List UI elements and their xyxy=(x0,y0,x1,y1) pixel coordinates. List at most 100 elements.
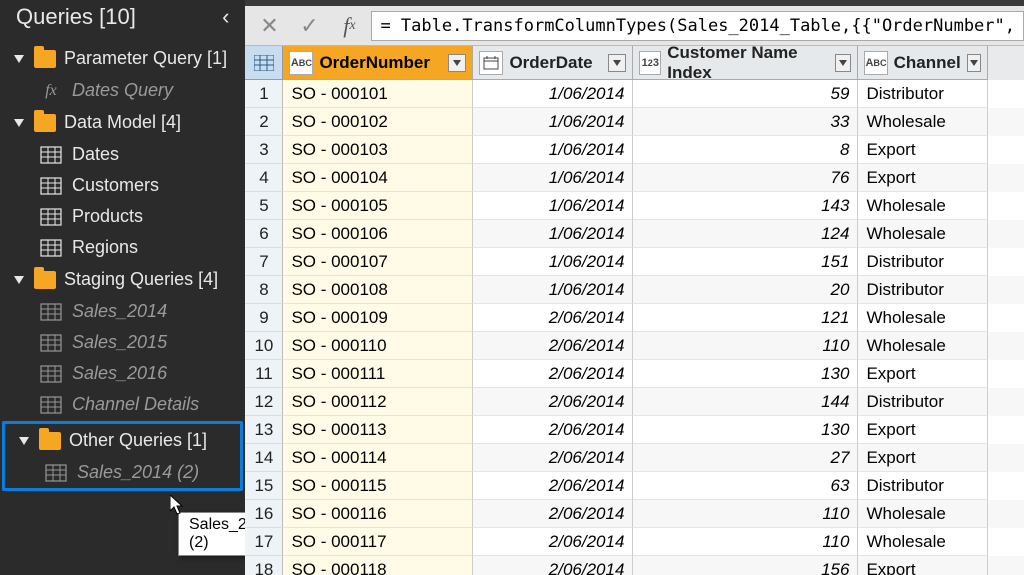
row-number[interactable]: 17 xyxy=(245,528,283,556)
sidebar-group[interactable]: Staging Queries [4] xyxy=(0,263,245,296)
row-number[interactable]: 13 xyxy=(245,416,283,444)
cell-orderdate[interactable]: 1/06/2014 xyxy=(473,248,633,276)
cell-orderdate[interactable]: 2/06/2014 xyxy=(473,332,633,360)
cell-orderdate[interactable]: 2/06/2014 xyxy=(473,360,633,388)
filter-dropdown-icon[interactable] xyxy=(835,54,851,72)
sidebar-item[interactable]: Sales_2016 xyxy=(0,358,245,389)
row-number[interactable]: 6 xyxy=(245,220,283,248)
sidebar-item[interactable]: Sales_2014 xyxy=(0,296,245,327)
sidebar-item[interactable]: Products xyxy=(0,201,245,232)
cell-ordernumber[interactable]: SO - 000117 xyxy=(283,528,473,556)
cell-orderdate[interactable]: 2/06/2014 xyxy=(473,444,633,472)
sidebar-item[interactable]: Regions xyxy=(0,232,245,263)
cell-orderdate[interactable]: 2/06/2014 xyxy=(473,500,633,528)
table-row[interactable]: 8SO - 0001081/06/201420Distributor xyxy=(245,276,1024,304)
cell-customer-index[interactable]: 156 xyxy=(633,556,858,575)
cell-orderdate[interactable]: 2/06/2014 xyxy=(473,556,633,575)
cell-customer-index[interactable]: 8 xyxy=(633,136,858,164)
cell-channel[interactable]: Distributor xyxy=(858,388,988,416)
cell-customer-index[interactable]: 110 xyxy=(633,500,858,528)
cell-orderdate[interactable]: 1/06/2014 xyxy=(473,164,633,192)
row-number[interactable]: 2 xyxy=(245,108,283,136)
cell-ordernumber[interactable]: SO - 000111 xyxy=(283,360,473,388)
cell-ordernumber[interactable]: SO - 000107 xyxy=(283,248,473,276)
table-row[interactable]: 10SO - 0001102/06/2014110Wholesale xyxy=(245,332,1024,360)
sidebar-group[interactable]: Data Model [4] xyxy=(0,106,245,139)
cell-orderdate[interactable]: 2/06/2014 xyxy=(473,528,633,556)
filter-dropdown-icon[interactable] xyxy=(608,54,626,72)
cell-channel[interactable]: Wholesale xyxy=(858,108,988,136)
sidebar-item[interactable]: fxDates Query xyxy=(0,75,245,106)
cell-customer-index[interactable]: 143 xyxy=(633,192,858,220)
cell-channel[interactable]: Export xyxy=(858,360,988,388)
cell-customer-index[interactable]: 63 xyxy=(633,472,858,500)
cell-channel[interactable]: Export xyxy=(858,164,988,192)
cell-ordernumber[interactable]: SO - 000116 xyxy=(283,500,473,528)
table-row[interactable]: 6SO - 0001061/06/2014124Wholesale xyxy=(245,220,1024,248)
cell-ordernumber[interactable]: SO - 000114 xyxy=(283,444,473,472)
row-number[interactable]: 7 xyxy=(245,248,283,276)
cell-customer-index[interactable]: 110 xyxy=(633,528,858,556)
cell-customer-index[interactable]: 59 xyxy=(633,80,858,108)
cell-customer-index[interactable]: 76 xyxy=(633,164,858,192)
cell-customer-index[interactable]: 151 xyxy=(633,248,858,276)
cell-channel[interactable]: Wholesale xyxy=(858,192,988,220)
cell-orderdate[interactable]: 1/06/2014 xyxy=(473,108,633,136)
table-row[interactable]: 13SO - 0001132/06/2014130Export xyxy=(245,416,1024,444)
table-row[interactable]: 7SO - 0001071/06/2014151Distributor xyxy=(245,248,1024,276)
table-row[interactable]: 18SO - 0001182/06/2014156Export xyxy=(245,556,1024,575)
table-row[interactable]: 16SO - 0001162/06/2014110Wholesale xyxy=(245,500,1024,528)
cell-customer-index[interactable]: 27 xyxy=(633,444,858,472)
table-row[interactable]: 1SO - 0001011/06/201459Distributor xyxy=(245,80,1024,108)
cell-orderdate[interactable]: 2/06/2014 xyxy=(473,472,633,500)
row-number[interactable]: 9 xyxy=(245,304,283,332)
row-number[interactable]: 10 xyxy=(245,332,283,360)
grid-body[interactable]: 1SO - 0001011/06/201459Distributor2SO - … xyxy=(245,80,1024,575)
cell-ordernumber[interactable]: SO - 000101 xyxy=(283,80,473,108)
text-type-icon[interactable]: ABC xyxy=(289,51,313,75)
filter-dropdown-icon[interactable] xyxy=(967,54,982,72)
cell-customer-index[interactable]: 110 xyxy=(633,332,858,360)
cell-orderdate[interactable]: 2/06/2014 xyxy=(473,304,633,332)
table-row[interactable]: 2SO - 0001021/06/201433Wholesale xyxy=(245,108,1024,136)
filter-dropdown-icon[interactable] xyxy=(448,54,466,72)
cell-customer-index[interactable]: 121 xyxy=(633,304,858,332)
row-number[interactable]: 5 xyxy=(245,192,283,220)
column-header[interactable]: ABCChannel xyxy=(858,46,988,80)
row-number-header-icon[interactable] xyxy=(245,46,283,80)
table-row[interactable]: 11SO - 0001112/06/2014130Export xyxy=(245,360,1024,388)
fx-icon[interactable]: fx xyxy=(331,11,367,41)
date-type-icon[interactable] xyxy=(479,51,503,75)
cell-orderdate[interactable]: 2/06/2014 xyxy=(473,388,633,416)
cell-ordernumber[interactable]: SO - 000103 xyxy=(283,136,473,164)
table-row[interactable]: 17SO - 0001172/06/2014110Wholesale xyxy=(245,528,1024,556)
cell-ordernumber[interactable]: SO - 000104 xyxy=(283,164,473,192)
sidebar-group[interactable]: Other Queries [1] xyxy=(5,424,240,457)
cell-customer-index[interactable]: 124 xyxy=(633,220,858,248)
cell-ordernumber[interactable]: SO - 000102 xyxy=(283,108,473,136)
column-header[interactable]: OrderDate xyxy=(473,46,633,80)
text-type-icon[interactable]: ABC xyxy=(864,51,887,75)
cell-ordernumber[interactable]: SO - 000112 xyxy=(283,388,473,416)
table-row[interactable]: 15SO - 0001152/06/201463Distributor xyxy=(245,472,1024,500)
cell-orderdate[interactable]: 1/06/2014 xyxy=(473,276,633,304)
cell-ordernumber[interactable]: SO - 000118 xyxy=(283,556,473,575)
cell-channel[interactable]: Export xyxy=(858,136,988,164)
cell-channel[interactable]: Export xyxy=(858,444,988,472)
cell-ordernumber[interactable]: SO - 000115 xyxy=(283,472,473,500)
row-number[interactable]: 14 xyxy=(245,444,283,472)
cell-customer-index[interactable]: 33 xyxy=(633,108,858,136)
row-number[interactable]: 11 xyxy=(245,360,283,388)
sidebar-item[interactable]: Channel Details xyxy=(0,389,245,420)
table-row[interactable]: 9SO - 0001092/06/2014121Wholesale xyxy=(245,304,1024,332)
table-row[interactable]: 4SO - 0001041/06/201476Export xyxy=(245,164,1024,192)
row-number[interactable]: 1 xyxy=(245,80,283,108)
row-number[interactable]: 18 xyxy=(245,556,283,575)
sidebar-item[interactable]: Sales_2015 xyxy=(0,327,245,358)
cell-ordernumber[interactable]: SO - 000106 xyxy=(283,220,473,248)
cell-ordernumber[interactable]: SO - 000109 xyxy=(283,304,473,332)
cell-channel[interactable]: Wholesale xyxy=(858,332,988,360)
row-number[interactable]: 12 xyxy=(245,388,283,416)
column-header[interactable]: 123Customer Name Index xyxy=(633,46,858,80)
row-number[interactable]: 4 xyxy=(245,164,283,192)
